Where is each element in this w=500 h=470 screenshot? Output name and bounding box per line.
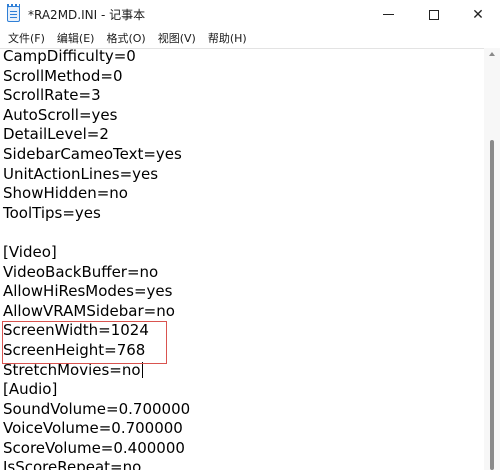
scroll-thumb[interactable] [490, 140, 494, 470]
text-line: UnitActionLines=yes [3, 164, 159, 183]
close-icon: ✕ [472, 6, 484, 23]
document-text: CampDifficulty=0 ScrollMethod=0 ScrollRa… [3, 48, 191, 470]
text-line: DetailLevel=2 [3, 125, 109, 144]
notepad-icon [7, 4, 20, 22]
text-line-screen-height: ScreenHeight=768 [3, 340, 146, 359]
text-line: [Audio] [3, 380, 58, 399]
menu-file[interactable]: 文件(F) [2, 29, 51, 48]
text-line-with-caret: StretchMovies=no [3, 361, 190, 381]
menu-view[interactable]: 视图(V) [152, 29, 202, 48]
text-line-screen-width: ScreenWidth=1024 [3, 321, 149, 340]
text-line: AllowHiResModes=yes [3, 282, 173, 301]
title-bar[interactable]: *RA2MD.INI - 记事本 ✕ [0, 0, 500, 29]
scroll-up-icon[interactable] [489, 52, 495, 56]
text-line: ToolTips=yes [3, 203, 101, 222]
menu-edit[interactable]: 编辑(E) [51, 29, 101, 48]
menu-format[interactable]: 格式(O) [100, 29, 151, 48]
text-line: VideoBackBuffer=no [3, 262, 159, 281]
text-line: CampDifficulty=0 [3, 48, 136, 65]
close-button[interactable]: ✕ [458, 0, 498, 29]
menu-help[interactable]: 帮助(H) [202, 29, 253, 48]
text-line [3, 223, 190, 243]
text-line-content: StretchMovies=no [3, 360, 141, 379]
text-editor[interactable]: CampDifficulty=0 ScrollMethod=0 ScrollRa… [0, 48, 484, 470]
menu-bar: 文件(F) 编辑(E) 格式(O) 视图(V) 帮助(H) [0, 29, 500, 48]
text-line: VoiceVolume=0.700000 [3, 419, 183, 438]
text-line: IsScoreRepeat=no [3, 458, 142, 470]
text-line: SoundVolume=0.700000 [3, 399, 191, 418]
maximize-icon [429, 9, 439, 20]
text-line: AutoScroll=yes [3, 105, 118, 124]
text-caret [141, 362, 143, 378]
text-line: AllowVRAMSidebar=no [3, 301, 175, 320]
text-line: SidebarCameoText=yes [3, 144, 182, 163]
minimize-icon [382, 14, 394, 15]
text-line: ShowHidden=no [3, 184, 128, 203]
text-line: ScrollRate=3 [3, 86, 101, 105]
minimize-button[interactable] [368, 0, 408, 29]
text-line: ScoreVolume=0.400000 [3, 438, 185, 457]
window-title: *RA2MD.INI - 记事本 [28, 8, 146, 22]
maximize-button[interactable] [414, 0, 454, 29]
vertical-scrollbar[interactable] [484, 48, 500, 470]
text-line: [Video] [3, 242, 57, 261]
text-line: ScrollMethod=0 [3, 66, 123, 85]
notepad-window: *RA2MD.INI - 记事本 ✕ 文件(F) 编辑(E) 格式(O) 视图(… [0, 0, 500, 470]
